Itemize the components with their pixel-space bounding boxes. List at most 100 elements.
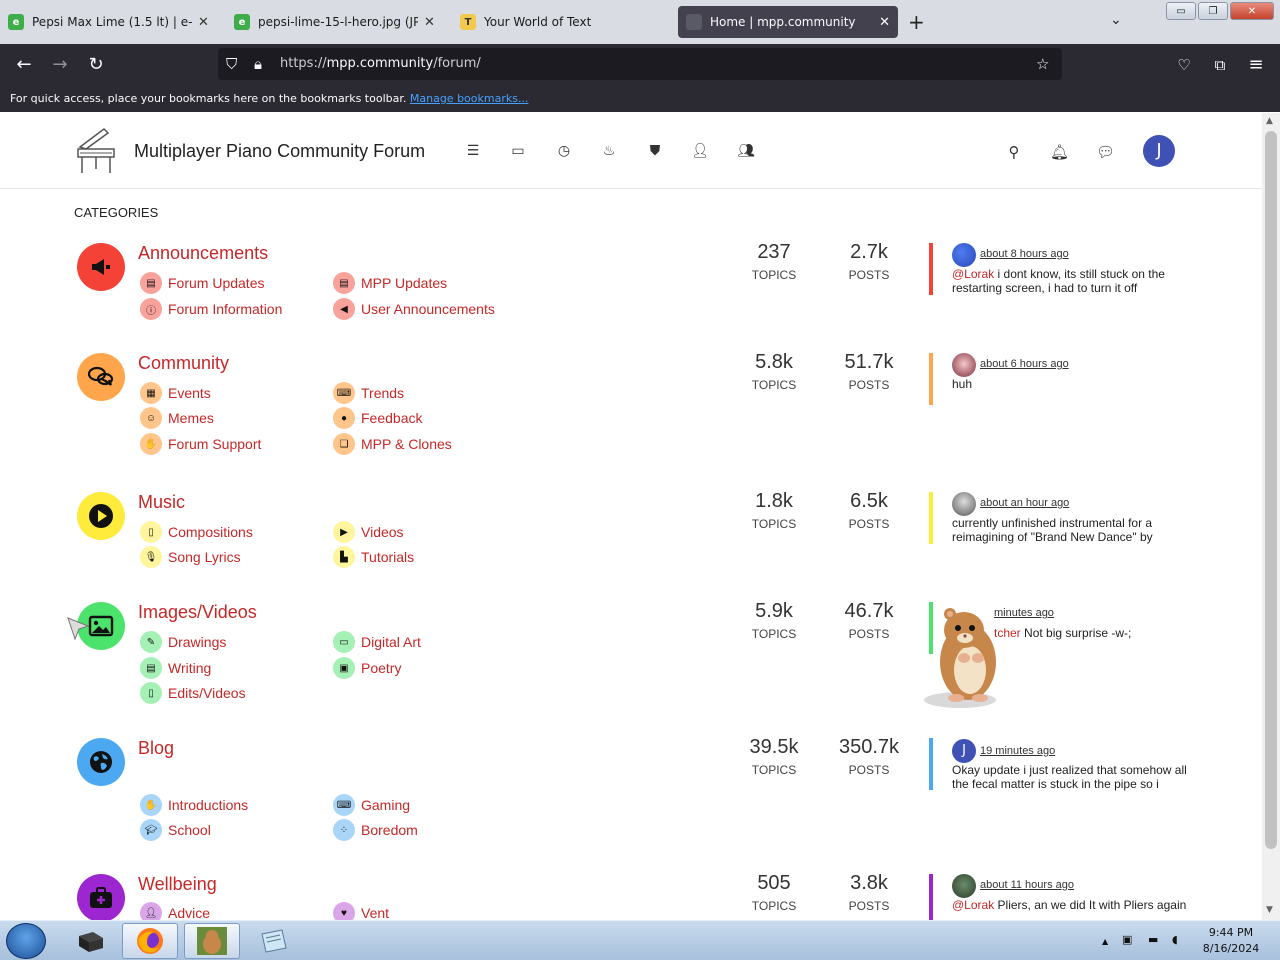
tags-icon[interactable]: ⛊ xyxy=(646,143,664,161)
subcategory-trends[interactable]: ⌨ Trends xyxy=(333,382,404,404)
groups-icon[interactable]: 👥︎ xyxy=(737,143,755,161)
category-title[interactable]: Community xyxy=(138,353,229,374)
teaser-timestamp[interactable]: about 8 hours ago xyxy=(980,248,1069,260)
subcategory-digital-art[interactable]: ▭ Digital Art xyxy=(333,631,421,653)
browser-tab-pepsi-efresh[interactable]: e Pepsi Max Lime (1.5 lt) | e-Fresh ✕ xyxy=(0,6,222,38)
reload-icon[interactable]: ↻ xyxy=(84,54,108,76)
teaser-text[interactable]: Okay update i just realized that somehow… xyxy=(952,763,1192,791)
categories-list-icon[interactable]: ☰ xyxy=(464,143,482,161)
site-title[interactable]: Multiplayer Piano Community Forum xyxy=(134,141,425,162)
teaser-timestamp[interactable]: about 6 hours ago xyxy=(980,358,1069,370)
category-title[interactable]: Images/Videos xyxy=(138,602,257,623)
url-bar[interactable]: ⛉ 🔒︎ https://mpp.community/forum/ ☆ xyxy=(218,48,1062,80)
scroll-up-arrow-icon[interactable]: ▲ xyxy=(1266,116,1273,126)
subcategory-song-lyrics[interactable]: 🎙︎ Song Lyrics xyxy=(140,546,241,568)
comments-icon[interactable] xyxy=(77,353,125,401)
back-arrow-icon[interactable]: ← xyxy=(12,54,36,76)
subcategory-feedback[interactable]: ● Feedback xyxy=(333,407,422,429)
subcategory-compositions[interactable]: ▯ Compositions xyxy=(140,521,253,543)
category-title[interactable]: Music xyxy=(138,492,185,513)
subcategory-tutorials[interactable]: ▙ Tutorials xyxy=(333,546,414,568)
popular-fire-icon[interactable]: ♨ xyxy=(600,143,618,161)
taskbar-app-notes[interactable] xyxy=(246,923,302,959)
teaser-timestamp[interactable]: about 11 hours ago xyxy=(980,879,1074,891)
maximize-button[interactable]: ❐ xyxy=(1198,2,1228,20)
teaser-avatar[interactable] xyxy=(952,243,976,267)
subcategory-forum-information[interactable]: ⓘ Forum Information xyxy=(140,298,282,320)
inbox-icon[interactable]: ▭ xyxy=(509,143,527,161)
teaser-text[interactable]: currently unfinished instrumental for a … xyxy=(952,516,1192,544)
subcategory-user-announcements[interactable]: ◀ User Announcements xyxy=(333,298,495,320)
extensions-icon[interactable]: ⧉ xyxy=(1208,54,1232,76)
lock-icon[interactable]: 🔒︎ xyxy=(254,55,262,73)
subcategory-advice[interactable]: 👤︎ Advice xyxy=(140,902,210,920)
subcategory-mpp-updates[interactable]: ▤ MPP Updates xyxy=(333,272,447,294)
taskbar-app-firefox[interactable] xyxy=(122,923,178,959)
subcategory-poetry[interactable]: ▣ Poetry xyxy=(333,657,401,679)
subcategory-memes[interactable]: ☺ Memes xyxy=(140,407,214,429)
page-scrollbar[interactable]: ▲ ▼ xyxy=(1262,113,1280,920)
browser-tab-pepsi-jpeg[interactable]: e pepsi-lime-15-l-hero.jpg (JPEG ✕ xyxy=(226,6,448,38)
subcategory-forum-updates[interactable]: ▤ Forum Updates xyxy=(140,272,264,294)
scrollbar-thumb[interactable] xyxy=(1265,131,1277,849)
new-tab-button[interactable]: + xyxy=(908,10,925,34)
close-tab-icon[interactable]: ✕ xyxy=(424,15,435,30)
pocket-icon[interactable]: ♡ xyxy=(1172,54,1196,76)
teaser-text[interactable]: @Lorak Pliers, an we did It with Pliers … xyxy=(952,898,1192,912)
network-icon[interactable]: ▣ xyxy=(1122,933,1132,946)
subcategory-mpp-clones[interactable]: ❏ MPP & Clones xyxy=(333,433,452,455)
teaser-timestamp[interactable]: about an hour ago xyxy=(980,497,1069,509)
subcategory-videos[interactable]: ▶ Videos xyxy=(333,521,404,543)
subcategory-forum-support[interactable]: ✋ Forum Support xyxy=(140,433,261,455)
teaser-avatar[interactable] xyxy=(952,874,976,898)
bookmark-star-icon[interactable]: ☆ xyxy=(1036,55,1049,73)
category-title[interactable]: Blog xyxy=(138,738,174,759)
volume-icon[interactable]: ◖ xyxy=(1172,933,1178,946)
notifications-bell-icon[interactable]: 🔔︎ xyxy=(1050,143,1069,161)
first-aid-kit-icon[interactable] xyxy=(77,874,125,920)
teaser-avatar[interactable] xyxy=(952,353,976,377)
subcategory-vent[interactable]: ♥ Vent xyxy=(333,902,389,920)
menu-hamburger-icon[interactable]: ≡ xyxy=(1244,54,1268,76)
globe-icon[interactable] xyxy=(77,738,125,786)
forward-arrow-icon[interactable]: → xyxy=(48,54,72,76)
close-window-button[interactable]: ✕ xyxy=(1230,2,1274,20)
search-icon[interactable]: ⚲ xyxy=(1005,143,1023,161)
start-button[interactable] xyxy=(6,923,46,959)
subcategory-writing[interactable]: ▤ Writing xyxy=(140,657,211,679)
teaser-mention[interactable]: @Lorak xyxy=(952,898,994,912)
taskbar-app-terminal[interactable] xyxy=(62,923,118,959)
teaser-text[interactable]: huh xyxy=(952,377,1192,391)
browser-tab-mpp-community[interactable]: Home | mpp.community ✕ xyxy=(678,6,898,38)
teaser-timestamp[interactable]: 19 minutes ago xyxy=(980,745,1055,757)
teaser-mention[interactable]: @Lorak xyxy=(952,267,994,281)
hamster-desktop-pet-icon[interactable] xyxy=(920,600,1010,710)
taskbar-app-hamster[interactable] xyxy=(184,923,240,959)
subcategory-boredom[interactable]: ⁘ Boredom xyxy=(333,819,418,841)
browser-tab-world-of-text[interactable]: T Your World of Text xyxy=(452,6,674,38)
user-icon[interactable]: 👤︎ xyxy=(691,143,709,161)
bullhorn-icon[interactable] xyxy=(77,243,125,291)
url-text[interactable]: https://mpp.community/forum/ xyxy=(280,56,481,71)
list-all-tabs-chevron-icon[interactable]: ⌄ xyxy=(1110,12,1122,28)
display-icon[interactable]: ▬ xyxy=(1148,933,1158,946)
teaser-text[interactable]: @Lorak i dont know, its still stuck on t… xyxy=(952,267,1192,295)
subcategory-events[interactable]: ▦ Events xyxy=(140,382,211,404)
teaser-avatar[interactable]: J xyxy=(952,739,976,763)
subcategory-introductions[interactable]: ✋ Introductions xyxy=(140,794,248,816)
close-tab-icon[interactable]: ✕ xyxy=(198,15,209,30)
category-title[interactable]: Announcements xyxy=(138,243,268,264)
piano-logo-icon[interactable] xyxy=(74,127,118,175)
user-avatar[interactable]: J xyxy=(1143,135,1175,167)
show-hidden-icons-icon[interactable]: ▲ xyxy=(1102,937,1108,946)
scroll-down-arrow-icon[interactable]: ▼ xyxy=(1266,905,1273,915)
play-circle-icon[interactable] xyxy=(77,492,125,540)
chat-icon[interactable]: 💬︎ xyxy=(1096,143,1115,161)
close-tab-icon[interactable]: ✕ xyxy=(879,15,890,30)
recent-clock-icon[interactable]: ◷ xyxy=(555,143,573,161)
subcategory-drawings[interactable]: ✎ Drawings xyxy=(140,631,226,653)
minimize-button[interactable]: ▭ xyxy=(1166,2,1196,20)
subcategory-school[interactable]: 🎓︎ School xyxy=(140,819,211,841)
subcategory-edits-videos[interactable]: ▯ Edits/Videos xyxy=(140,682,246,704)
taskbar-clock[interactable]: 9:44 PM 8/16/2024 xyxy=(1196,925,1266,957)
